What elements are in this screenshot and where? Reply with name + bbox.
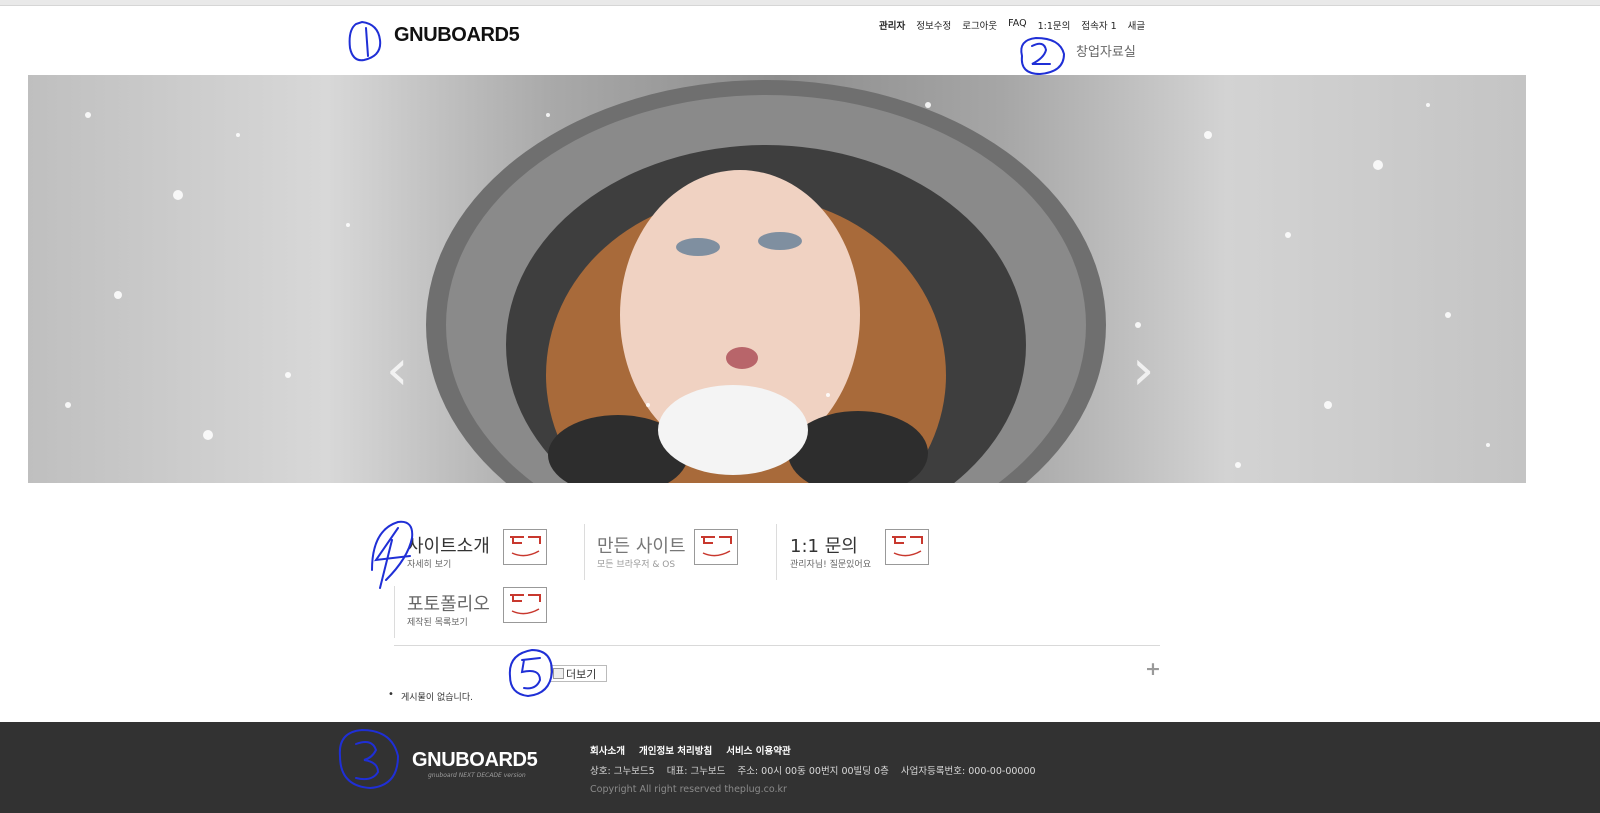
- service-title: 만든 사이트: [597, 536, 686, 557]
- slider-next-icon[interactable]: ›: [1132, 343, 1154, 399]
- service-desc: 관리자님! 질문있어요: [790, 560, 871, 570]
- site-logo[interactable]: GNUBOARD5: [394, 24, 520, 47]
- nav-edit-profile[interactable]: 정보수정: [916, 18, 951, 32]
- service-desc: 제작된 목록보기: [407, 618, 468, 628]
- service-item-portfolio[interactable]: 포토폴리오 제작된 목록보기: [407, 587, 577, 650]
- nav-admin[interactable]: 관리자: [879, 18, 905, 32]
- badge-icon: [694, 529, 738, 565]
- nav-faq[interactable]: FAQ: [1008, 18, 1026, 32]
- plus-icon[interactable]: +: [1145, 658, 1161, 680]
- footer: GNUBOARD5 gnuboard NEXT DECADE version 회…: [0, 722, 1600, 813]
- nav-visitors[interactable]: 접속자 1: [1081, 18, 1116, 32]
- hero-photo: [65, 80, 1490, 483]
- divider: [394, 586, 395, 638]
- service-item-site-intro[interactable]: 사이트소개 자세히 보기: [407, 529, 577, 592]
- empty-post-text: 게시물이 없습니다.: [401, 693, 473, 703]
- badge-icon: [503, 587, 547, 623]
- more-link[interactable]: 더보기: [550, 665, 607, 682]
- footer-link-company[interactable]: 회사소개: [590, 743, 625, 757]
- footer-links: 회사소개 개인정보 처리방침 서비스 이용약관: [590, 743, 791, 757]
- browser-top-edge: [0, 0, 1600, 6]
- badge-icon: [885, 529, 929, 565]
- service-title: 1:1 문의: [790, 536, 858, 557]
- empty-post-message: 게시물이 없습니다.: [388, 689, 473, 703]
- section-divider: [394, 645, 1160, 646]
- service-title: 사이트소개: [407, 536, 490, 557]
- nav-new-posts[interactable]: 새글: [1128, 18, 1145, 32]
- broken-image-icon: [553, 668, 564, 679]
- nav-qa[interactable]: 1:1문의: [1038, 18, 1071, 32]
- service-item-qa[interactable]: 1:1 문의 관리자님! 질문있어요: [790, 529, 960, 592]
- footer-logo-tagline: gnuboard NEXT DECADE version: [428, 772, 526, 779]
- divider: [584, 524, 585, 580]
- service-desc: 자세히 보기: [407, 560, 452, 570]
- slider-prev-icon[interactable]: ‹: [386, 343, 408, 399]
- badge-icon: [503, 529, 547, 565]
- service-desc: 모든 브라우저 & OS: [597, 560, 676, 570]
- hero-banner: ‹ ›: [28, 75, 1526, 483]
- divider: [776, 524, 777, 580]
- footer-info-address: 주소: 00시 00동 00번지 00빌딩 0층: [737, 766, 889, 777]
- menu-startup-resources[interactable]: 창업자료실: [1076, 41, 1136, 60]
- top-nav: 관리자 정보수정 로그아웃 FAQ 1:1문의 접속자 1 새글: [879, 18, 1145, 32]
- footer-info-bizno: 사업자등록번호: 000-00-00000: [900, 766, 1036, 777]
- footer-info-name: 상호: 그누보드5: [590, 766, 655, 777]
- footer-info-ceo: 대표: 그누보드: [666, 766, 726, 777]
- footer-logo[interactable]: GNUBOARD5: [412, 749, 538, 772]
- service-item-made-sites[interactable]: 만든 사이트 모든 브라우저 & OS: [597, 529, 767, 592]
- more-alt-text: 더보기: [566, 667, 597, 681]
- service-title: 포토폴리오: [407, 594, 490, 615]
- footer-company-info: 상호: 그누보드5 대표: 그누보드 주소: 00시 00동 00번지 00빌딩…: [590, 763, 1045, 777]
- footer-link-privacy[interactable]: 개인정보 처리방침: [639, 743, 712, 757]
- nav-logout[interactable]: 로그아웃: [962, 18, 997, 32]
- footer-link-terms[interactable]: 서비스 이용약관: [726, 743, 791, 757]
- footer-copyright: Copyright All right reserved theplug.co.…: [590, 784, 787, 795]
